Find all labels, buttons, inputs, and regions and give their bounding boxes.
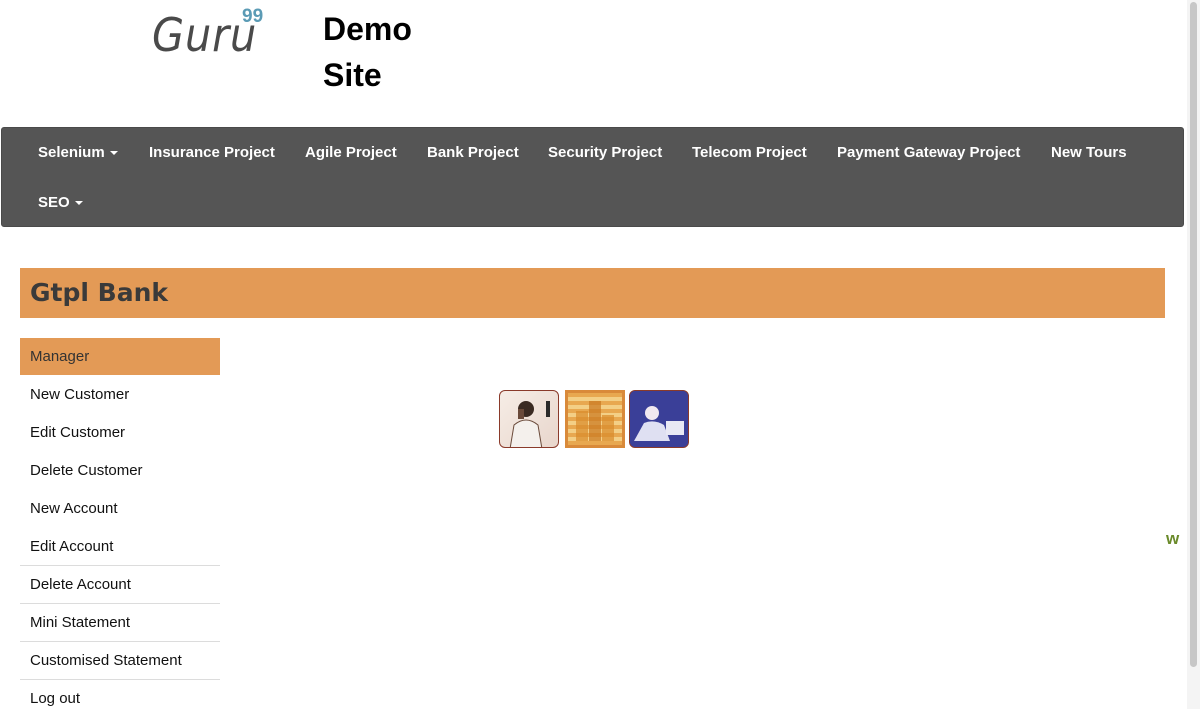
side-mark: w — [1166, 529, 1180, 548]
guru99-logo[interactable]: Guru 99 — [152, 6, 269, 62]
menu-item-customised-statement[interactable]: Customised Statement — [20, 642, 220, 680]
menu-item-log-out[interactable]: Log out — [20, 680, 220, 709]
coin-stacks-image — [565, 390, 625, 448]
manager-menu: Manager New Customer Edit Customer Delet… — [20, 338, 220, 709]
person-on-phone-image — [499, 390, 559, 448]
vertical-scrollbar[interactable] — [1187, 0, 1200, 709]
site-title: Demo Site — [323, 11, 412, 93]
menu-item-manager[interactable]: Manager — [20, 338, 220, 376]
nav-item-bank-project[interactable]: Bank Project — [427, 144, 519, 161]
nav-item-telecom-project[interactable]: Telecom Project — [692, 144, 807, 161]
bank-images — [499, 388, 691, 450]
caret-down-icon — [74, 201, 83, 206]
menu-item-edit-customer[interactable]: Edit Customer — [20, 414, 220, 452]
menu-item-delete-account[interactable]: Delete Account — [20, 566, 220, 604]
nav-item-label: SEO — [38, 194, 70, 211]
scrollbar-thumb[interactable] — [1190, 2, 1197, 667]
menu-item-edit-account[interactable]: Edit Account — [20, 528, 220, 566]
person-at-desk-image — [629, 390, 689, 448]
logo-superscript: 99 — [242, 6, 264, 27]
nav-item-new-tours[interactable]: New Tours — [1051, 144, 1127, 161]
bank-title: Gtpl Bank — [30, 278, 168, 307]
nav-item-agile-project[interactable]: Agile Project — [305, 144, 397, 161]
bank-banner: Gtpl Bank — [20, 268, 1165, 318]
menu-item-delete-customer[interactable]: Delete Customer — [20, 452, 220, 490]
nav-item-seo[interactable]: SEO — [38, 194, 83, 211]
nav-item-selenium[interactable]: Selenium — [38, 144, 118, 161]
nav-item-security-project[interactable]: Security Project — [548, 144, 662, 161]
nav-item-label: Selenium — [38, 144, 105, 161]
menu-item-new-customer[interactable]: New Customer — [20, 376, 220, 414]
menu-item-new-account[interactable]: New Account — [20, 490, 220, 528]
menu-item-mini-statement[interactable]: Mini Statement — [20, 604, 220, 642]
top-navbar: Selenium Insurance Project Agile Project… — [1, 127, 1184, 227]
nav-item-insurance-project[interactable]: Insurance Project — [149, 144, 275, 161]
nav-item-payment-gateway-project[interactable]: Payment Gateway Project — [837, 144, 1020, 161]
caret-down-icon — [109, 151, 118, 156]
